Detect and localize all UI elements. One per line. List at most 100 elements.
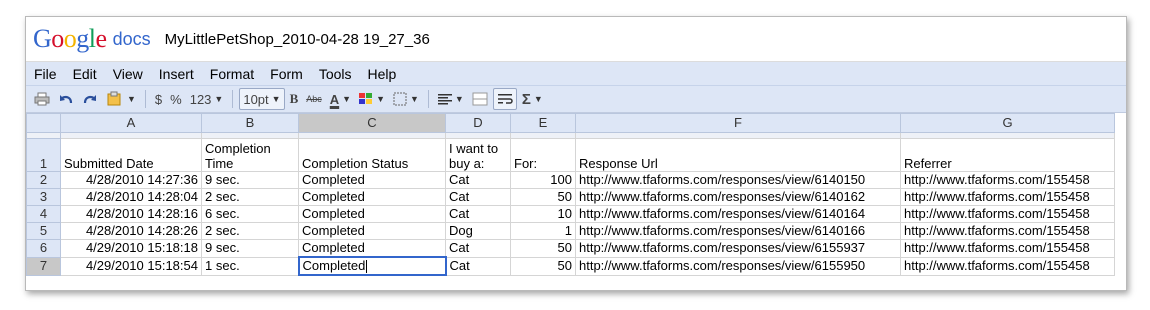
cell-b[interactable]: 1 sec. <box>201 256 299 276</box>
google-logo[interactable]: Google <box>33 24 107 54</box>
undo-icon[interactable] <box>55 89 77 109</box>
cell-e[interactable]: 50 <box>510 256 576 276</box>
row-header[interactable]: 5 <box>26 222 61 240</box>
font-size-select[interactable]: 10pt ▼ <box>239 88 285 110</box>
cell-a[interactable]: 4/28/2010 14:28:26 <box>60 222 202 240</box>
insert-formula-button[interactable]: Σ ▼ <box>519 89 546 109</box>
cell-f[interactable]: http://www.tfaforms.com/responses/view/6… <box>575 256 901 276</box>
row-header[interactable]: 4 <box>26 205 61 223</box>
redo-icon[interactable] <box>79 89 101 109</box>
cell-e[interactable]: 50 <box>510 188 576 206</box>
strikethrough-button[interactable]: Abc <box>303 89 325 109</box>
fill-color-icon <box>359 93 373 104</box>
cell-f[interactable]: http://www.tfaforms.com/responses/view/6… <box>575 205 901 223</box>
cell-b[interactable]: 9 sec. <box>201 171 299 189</box>
cell-f[interactable]: Response Url <box>575 138 901 172</box>
cell-b[interactable]: 2 sec. <box>201 188 299 206</box>
cell-e[interactable]: 100 <box>510 171 576 189</box>
cell-f[interactable]: http://www.tfaforms.com/responses/view/6… <box>575 222 901 240</box>
menu-file[interactable]: File <box>26 66 65 82</box>
row-header[interactable]: 6 <box>26 239 61 258</box>
column-header-e[interactable]: E <box>510 113 576 133</box>
column-header-f[interactable]: F <box>575 113 901 133</box>
cell-d[interactable]: Cat <box>445 205 511 223</box>
row-header[interactable]: 1 <box>26 138 61 172</box>
menu-tools[interactable]: Tools <box>311 66 360 82</box>
cell-g[interactable]: http://www.tfaforms.com/155458 <box>900 256 1115 276</box>
cell-a[interactable]: 4/28/2010 14:27:36 <box>60 171 202 189</box>
cell-g[interactable]: http://www.tfaforms.com/155458 <box>900 205 1115 223</box>
cell-f[interactable]: http://www.tfaforms.com/responses/view/6… <box>575 239 901 258</box>
column-header-b[interactable]: B <box>201 113 299 133</box>
cell-f[interactable]: http://www.tfaforms.com/responses/view/6… <box>575 171 901 189</box>
cell-d[interactable]: Cat <box>445 256 511 276</box>
cell-a[interactable]: Submitted Date <box>60 138 202 172</box>
cell-e[interactable]: 10 <box>510 205 576 223</box>
column-header-c[interactable]: C <box>298 113 446 133</box>
borders-button[interactable]: ▼ <box>390 89 422 109</box>
bold-button[interactable]: B <box>287 89 302 109</box>
cell-d[interactable]: Dog <box>445 222 511 240</box>
cell-e[interactable]: 50 <box>510 239 576 258</box>
cell-c[interactable]: Completed <box>298 222 446 240</box>
row-header[interactable]: 3 <box>26 188 61 206</box>
cell-d[interactable]: I want to buy a: <box>445 138 511 172</box>
select-all-corner[interactable] <box>26 113 61 133</box>
cell-a[interactable]: 4/28/2010 14:28:16 <box>60 205 202 223</box>
cell-c[interactable]: Completed <box>297 256 447 276</box>
cell-a[interactable]: 4/29/2010 15:18:54 <box>60 256 202 276</box>
menu-form[interactable]: Form <box>262 66 311 82</box>
row-header[interactable]: 7 <box>26 256 61 276</box>
cell-e[interactable]: 1 <box>510 222 576 240</box>
merge-cells-button[interactable] <box>469 89 491 109</box>
cell-g[interactable]: http://www.tfaforms.com/155458 <box>900 222 1115 240</box>
cell-f[interactable]: http://www.tfaforms.com/responses/view/6… <box>575 188 901 206</box>
menu-bar: File Edit View Insert Format Form Tools Help <box>26 62 1126 86</box>
cell-c[interactable]: Completed <box>298 171 446 189</box>
number-format-button[interactable]: 123 ▼ <box>187 89 227 109</box>
wrap-text-button[interactable] <box>492 88 517 110</box>
paint-format-icon[interactable]: ▼ <box>103 89 139 109</box>
menu-insert[interactable]: Insert <box>151 66 202 82</box>
cell-g[interactable]: http://www.tfaforms.com/155458 <box>900 239 1115 258</box>
background-color-button[interactable]: ▼ <box>356 89 388 109</box>
cell-c[interactable]: Completed <box>298 239 446 258</box>
docs-label[interactable]: docs <box>113 29 151 50</box>
menu-help[interactable]: Help <box>360 66 405 82</box>
cell-c[interactable]: Completed <box>298 205 446 223</box>
cell-b[interactable]: 6 sec. <box>201 205 299 223</box>
cell-d[interactable]: Cat <box>445 239 511 258</box>
cell-c[interactable]: Completed <box>298 188 446 206</box>
row-header[interactable]: 2 <box>26 171 61 189</box>
currency-format-button[interactable]: $ <box>152 89 165 109</box>
logo-letter: g <box>76 24 89 53</box>
cell-a[interactable]: 4/28/2010 14:28:04 <box>60 188 202 206</box>
text-color-button[interactable]: A ▼ <box>327 89 354 109</box>
cell-a[interactable]: 4/29/2010 15:18:18 <box>60 239 202 258</box>
percent-format-button[interactable]: % <box>167 89 185 109</box>
cell-b[interactable]: Completion Time <box>201 138 299 172</box>
table-row: 6 4/29/2010 15:18:18 9 sec. Completed Cat 50 h… <box>26 239 1115 258</box>
sigma-icon: Σ <box>521 90 531 108</box>
cell-e[interactable]: For: <box>510 138 576 172</box>
column-header-row: ABCDEFG <box>26 113 1115 133</box>
cell-g[interactable]: Referrer <box>900 138 1115 172</box>
cell-b[interactable]: 9 sec. <box>201 239 299 258</box>
menu-view[interactable]: View <box>105 66 151 82</box>
active-cell-text: Completed <box>302 258 366 273</box>
column-header-a[interactable]: A <box>60 113 202 133</box>
cell-d[interactable]: Cat <box>445 188 511 206</box>
document-title[interactable]: MyLittlePetShop_2010-04-28 19_27_36 <box>165 31 430 48</box>
cell-d[interactable]: Cat <box>445 171 511 189</box>
cell-c[interactable]: Completion Status <box>298 138 446 172</box>
logo-letter: l <box>88 24 96 53</box>
column-header-g[interactable]: G <box>900 113 1115 133</box>
menu-format[interactable]: Format <box>202 66 262 82</box>
align-button[interactable]: ▼ <box>435 89 467 109</box>
column-header-d[interactable]: D <box>445 113 511 133</box>
print-icon[interactable] <box>31 89 53 109</box>
menu-edit[interactable]: Edit <box>65 66 105 82</box>
cell-g[interactable]: http://www.tfaforms.com/155458 <box>900 171 1115 189</box>
cell-b[interactable]: 2 sec. <box>201 222 299 240</box>
cell-g[interactable]: http://www.tfaforms.com/155458 <box>900 188 1115 206</box>
